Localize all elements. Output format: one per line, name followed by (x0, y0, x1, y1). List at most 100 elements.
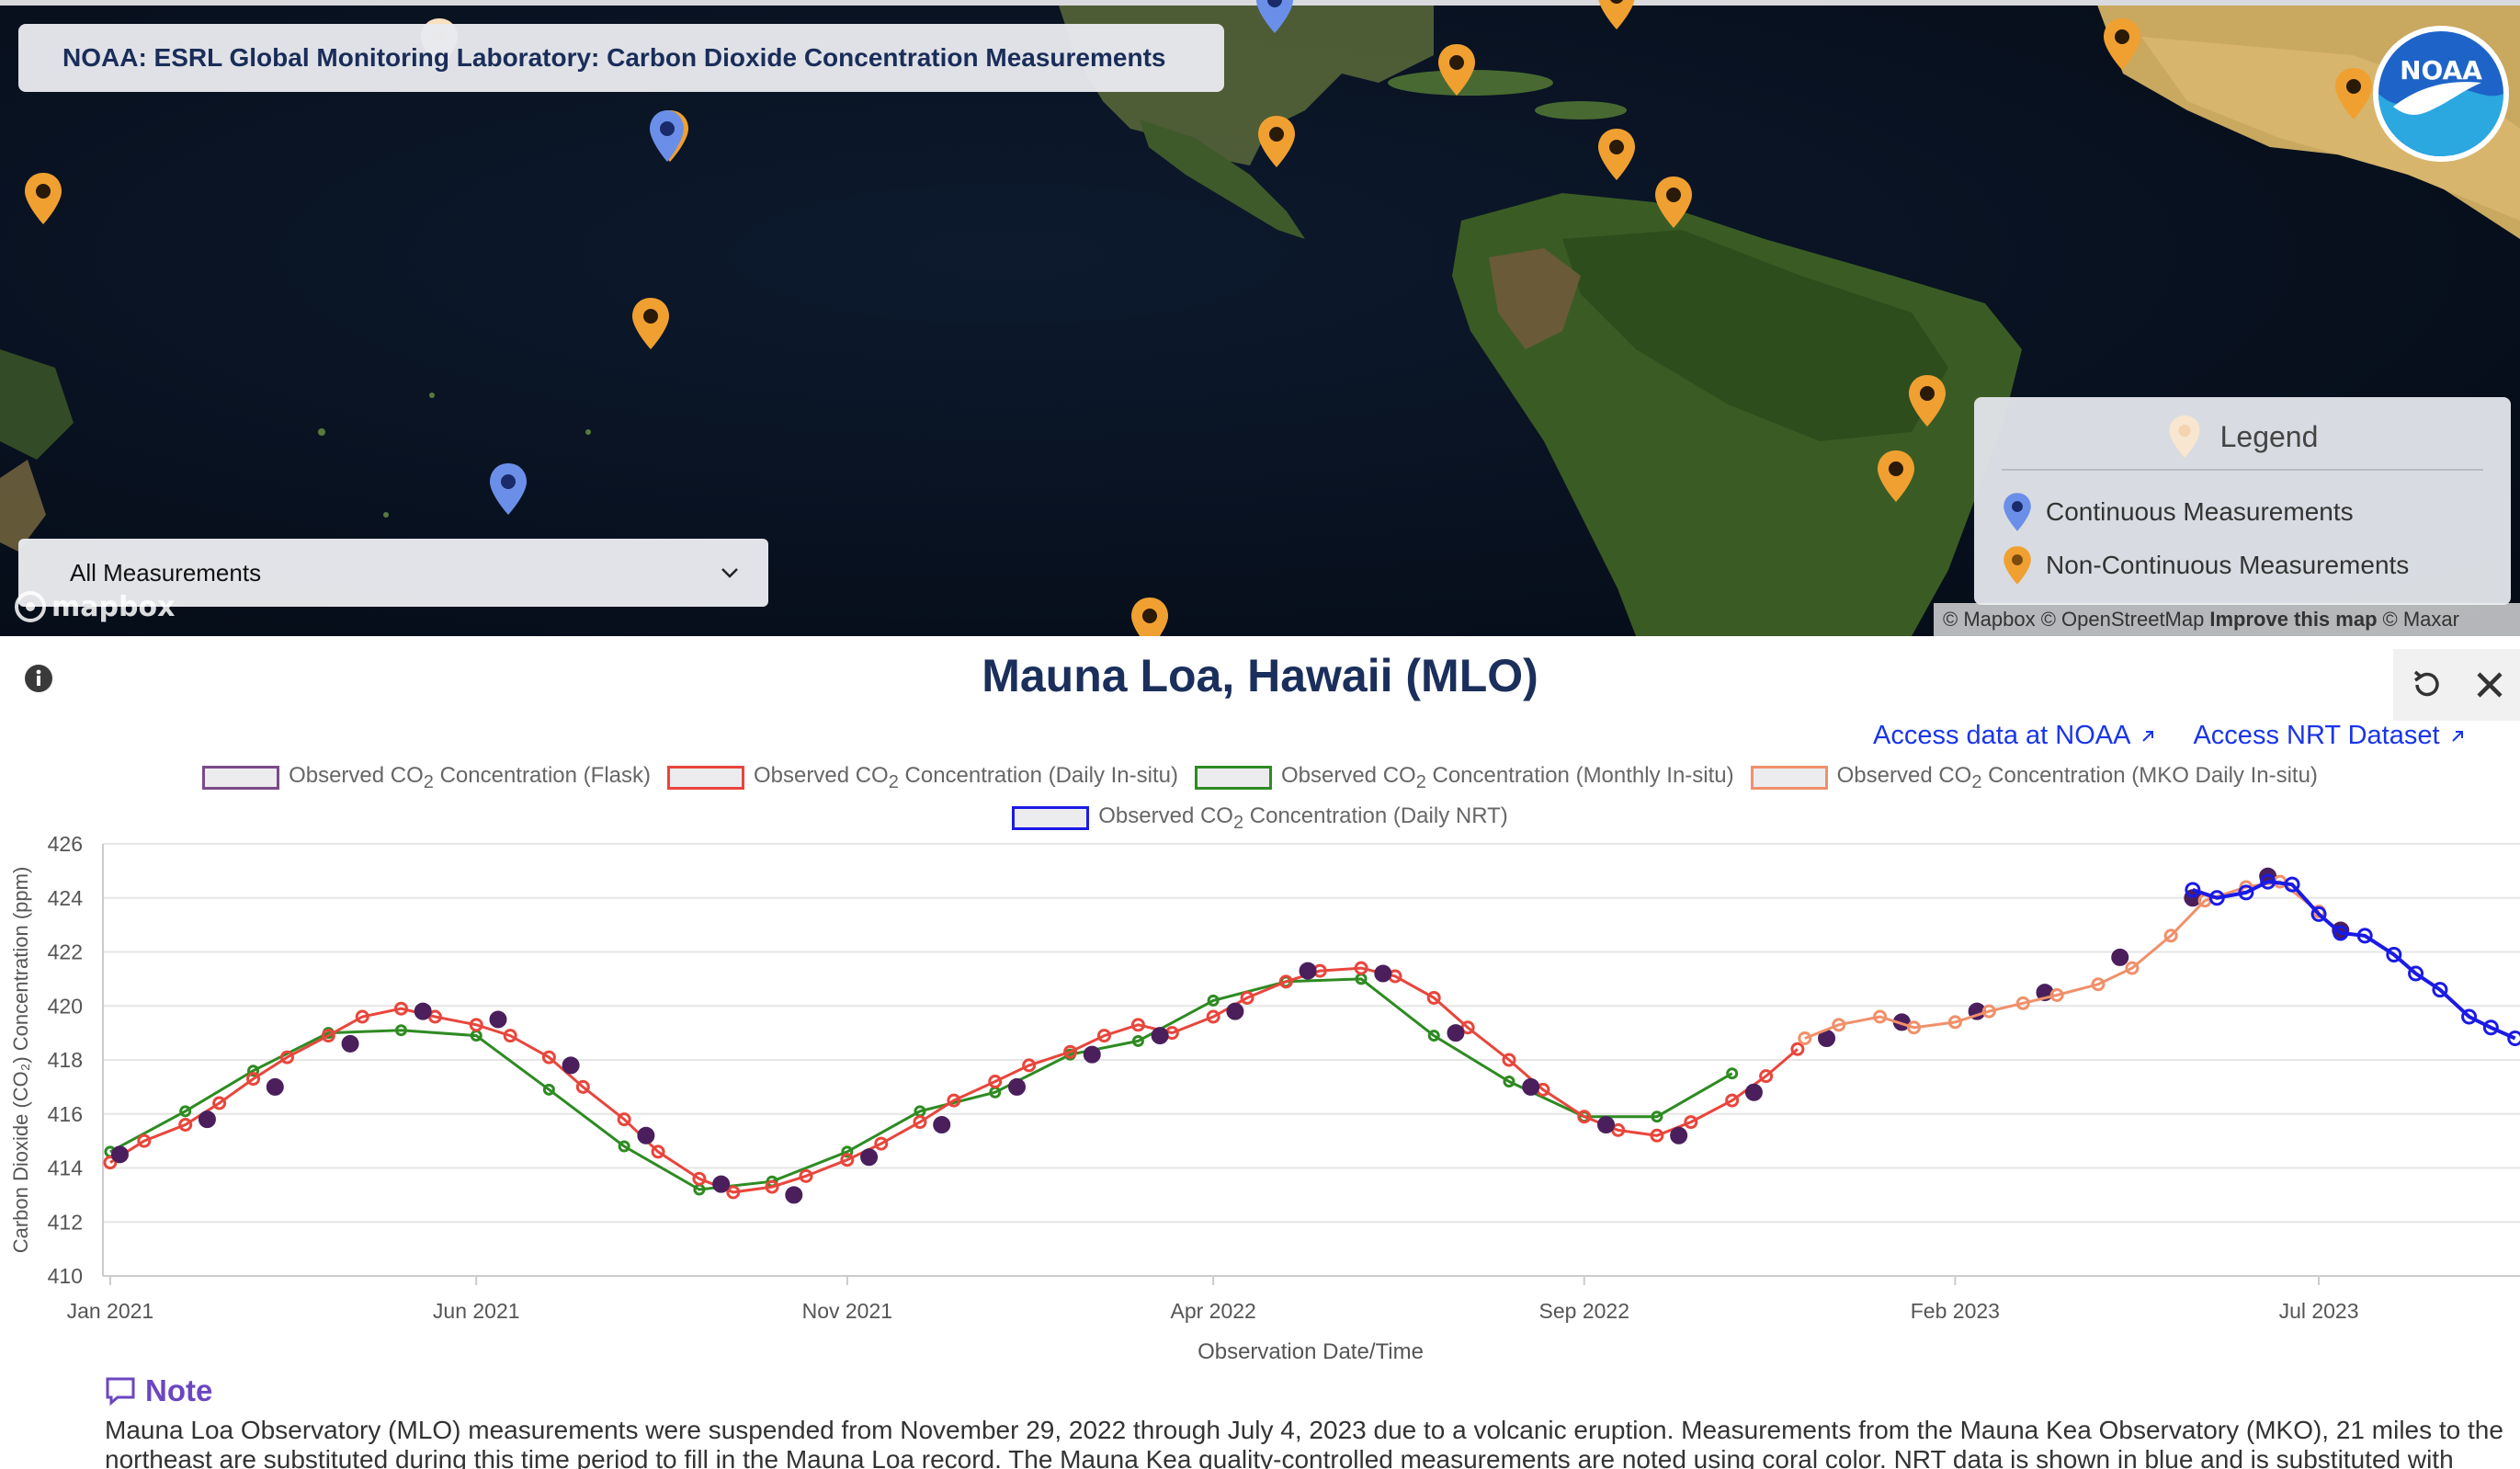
y-tick-label: 416 (48, 1102, 83, 1126)
data-point-observed-co2-concentration-flask- (860, 1148, 879, 1167)
legend-item-continuous: Continuous Measurements (2002, 485, 2483, 539)
x-tick-label: Apr 2022 (1170, 1299, 1255, 1323)
access-noaa-label: Access data at NOAA (1873, 721, 2131, 750)
y-tick-label: 410 (48, 1264, 83, 1288)
data-point-observed-co2-concentration-flask- (1226, 1002, 1244, 1020)
legend-text-flask: Observed CO2 Concentration (Flask) (289, 762, 651, 792)
access-nrt-label: Access NRT Dataset (2193, 721, 2440, 750)
note-line-1: Mauna Loa Observatory (MLO) measurements… (105, 1416, 2503, 1444)
legend-text-monthly-insitu: Observed CO2 Concentration (Monthly In-s… (1280, 762, 1734, 792)
data-point-observed-co2-concentration-flask- (637, 1126, 655, 1144)
mapbox-wordmark: mapbox (51, 590, 176, 623)
map-pin-noncontinuous[interactable] (1129, 596, 1171, 636)
data-point-observed-co2-concentration-flask- (933, 1116, 951, 1133)
legend-daily-insitu[interactable]: Observed CO2 Concentration (Daily In-sit… (667, 763, 1178, 793)
noncontinuous-pin-icon (2004, 546, 2031, 585)
y-tick-label: 414 (48, 1156, 84, 1180)
data-point-observed-co2-concentration-flask- (785, 1186, 803, 1204)
access-noaa-link[interactable]: Access data at NOAA (1873, 721, 2156, 751)
x-tick-label: Sep 2022 (1539, 1299, 1629, 1323)
legend-swatch-flask (202, 765, 280, 790)
attribution-mapbox[interactable]: © Mapbox (1943, 608, 2036, 632)
y-tick-label: 426 (48, 832, 83, 856)
x-tick-label: Jan 2021 (67, 1299, 154, 1323)
map-pin-continuous[interactable] (487, 461, 529, 517)
legend-swatch-monthly-insitu (1194, 765, 1272, 790)
data-point-observed-co2-concentration-flask- (1670, 1126, 1688, 1144)
map-attribution: © Mapbox © OpenStreetMap Improve this ma… (1934, 603, 2520, 636)
y-tick-label: 420 (48, 994, 83, 1018)
map-pin-noncontinuous[interactable] (1436, 42, 1478, 97)
map-pin-noncontinuous[interactable] (2101, 17, 2143, 72)
data-point-observed-co2-concentration-flask- (1374, 964, 1392, 983)
map-pin-noncontinuous[interactable] (1652, 175, 1695, 230)
noaa-logo-text: NOAA (2400, 55, 2482, 85)
map-view[interactable]: NOAA: ESRL Global Monitoring Laboratory:… (0, 0, 2520, 636)
app-title-box: NOAA: ESRL Global Monitoring Laboratory:… (18, 24, 1224, 92)
data-point-observed-co2-concentration-flask- (1083, 1045, 1101, 1064)
legend-swatch-daily-insitu (667, 765, 744, 790)
legend-text-mko: Observed CO2 Concentration (MKO Daily In… (1836, 762, 2318, 792)
data-point-observed-co2-concentration-flask- (2111, 948, 2129, 966)
data-point-observed-co2-concentration-flask- (1818, 1030, 1836, 1047)
data-point-observed-co2-concentration-flask- (1744, 1083, 1763, 1101)
x-tick-label: Jul 2023 (2279, 1299, 2359, 1323)
legend-mko[interactable]: Observed CO2 Concentration (MKO Daily In… (1750, 762, 2318, 793)
data-point-observed-co2-concentration-flask- (1597, 1116, 1616, 1133)
note-text: Mauna Loa Observatory (MLO) measurements… (105, 1416, 2503, 1469)
note-heading: Note (145, 1373, 213, 1407)
series-line-observed-co2-concentration-daily-nrt- (2192, 880, 2516, 1041)
external-link-icon (2451, 730, 2463, 742)
legend-flask[interactable]: Observed CO2 Concentration (Flask) (202, 763, 651, 793)
improve-map-link[interactable]: Improve this map (2209, 608, 2377, 632)
noaa-logo[interactable]: NOAA (2371, 24, 2511, 164)
comment-icon (106, 1377, 135, 1406)
map-pin-noncontinuous[interactable] (1255, 114, 1298, 169)
chevron-down-icon (721, 568, 738, 578)
data-links: Access data at NOAA Access NRT Dataset (1873, 721, 2466, 751)
data-point-observed-co2-concentration-flask- (1151, 1027, 1169, 1045)
map-pin-noncontinuous[interactable] (1875, 449, 1917, 504)
map-pin-noncontinuous[interactable] (1906, 373, 1948, 428)
data-point-observed-co2-concentration-flask- (414, 1002, 432, 1020)
station-title: Mauna Loa, Hawaii (MLO) (982, 650, 1538, 701)
legend-label-noncontinuous: Non-Continuous Measurements (2046, 551, 2410, 579)
reset-icon[interactable] (2408, 666, 2445, 703)
data-point-observed-co2-concentration-flask- (712, 1175, 731, 1193)
mapbox-logo[interactable]: mapbox (15, 588, 175, 625)
note-header: Note (105, 1373, 212, 1408)
map-pin-noncontinuous[interactable] (1595, 127, 1638, 182)
attribution-maxar[interactable]: © Maxar (2383, 608, 2459, 632)
series-line-observed-co2-concentration-mko-daily-in-situ- (1804, 880, 2321, 1040)
data-point-observed-co2-concentration-flask- (1299, 962, 1317, 980)
external-link-icon (2142, 730, 2154, 742)
access-nrt-link[interactable]: Access NRT Dataset (2193, 721, 2465, 751)
data-point-observed-co2-concentration-flask- (341, 1034, 359, 1053)
legend-monthly-insitu[interactable]: Observed CO2 Concentration (Monthly In-s… (1194, 762, 1734, 793)
series-line-observed-co2-concentration-monthly-in-situ- (109, 977, 1733, 1191)
data-point-observed-co2-concentration-flask- (110, 1145, 129, 1164)
data-point-observed-co2-concentration-flask- (266, 1077, 284, 1096)
attribution-osm[interactable]: © OpenStreetMap (2041, 608, 2205, 632)
map-pin-continuous[interactable] (1254, 0, 1296, 35)
panel-controls (2393, 649, 2520, 721)
close-icon[interactable] (2473, 668, 2506, 701)
note-line-2: northeast are substituted during this ti… (105, 1445, 2454, 1469)
legend-title: Legend (2219, 419, 2319, 453)
map-pin-noncontinuous[interactable] (2333, 66, 2375, 121)
y-tick-label: 422 (48, 940, 83, 964)
map-pin-mauna-loa[interactable] (649, 108, 691, 164)
data-point-observed-co2-concentration-flask- (1522, 1077, 1540, 1096)
map-pin-noncontinuous[interactable] (22, 171, 64, 226)
measurement-filter-value: All Measurements (70, 558, 262, 586)
co2-chart[interactable]: 410 412 414 416 418 420 422 424 426 Jan 2021 Jun 2… (0, 818, 2520, 1388)
y-axis-title: Carbon Dioxide (CO₂) Concentration (ppm) (9, 867, 32, 1254)
app-title: NOAA: ESRL Global Monitoring Laboratory:… (62, 43, 1166, 72)
map-pin-noncontinuous[interactable] (1595, 0, 1638, 31)
map-pin-noncontinuous[interactable] (630, 296, 672, 351)
x-tick-label: Feb 2023 (1911, 1299, 2000, 1323)
data-point-observed-co2-concentration-flask- (562, 1056, 580, 1075)
data-point-observed-co2-concentration-flask- (1007, 1077, 1026, 1096)
data-point-observed-co2-concentration-flask- (198, 1110, 216, 1129)
continuous-pin-icon (2004, 493, 2031, 531)
